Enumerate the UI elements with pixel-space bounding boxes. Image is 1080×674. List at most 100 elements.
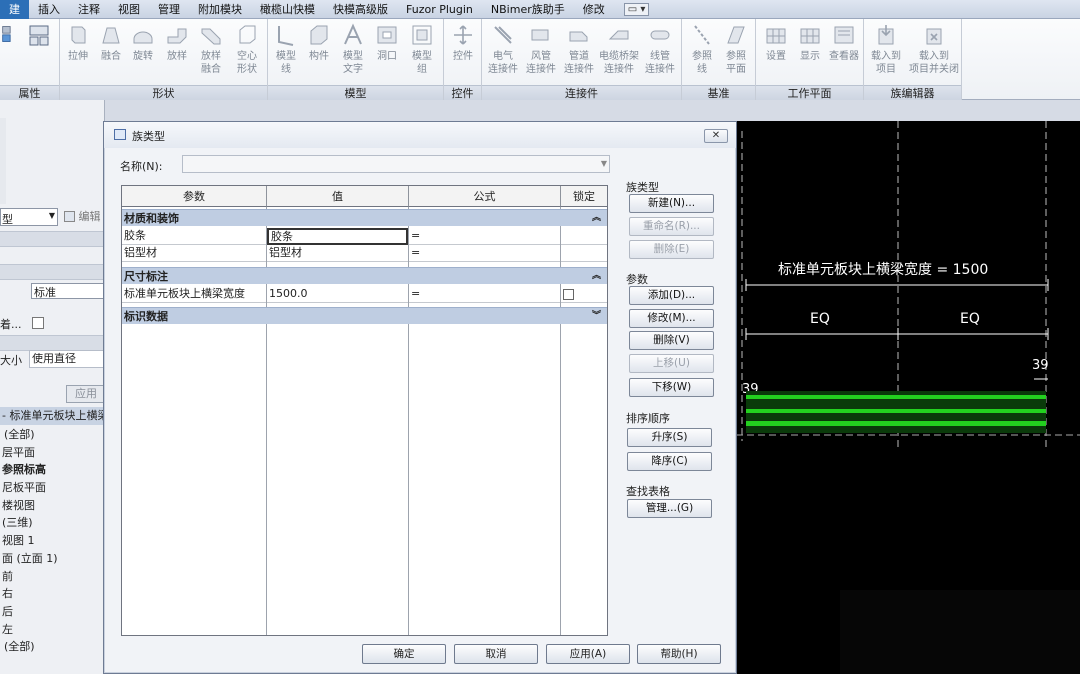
column-header-lock[interactable]: 锁定 — [561, 186, 607, 207]
tab-view[interactable]: 视图 — [109, 0, 149, 19]
param-value-input[interactable]: 胶条 — [267, 228, 408, 245]
apply-properties-button[interactable]: 应用 — [66, 385, 104, 403]
attach-checkbox[interactable] — [32, 317, 44, 329]
tree-item[interactable]: (全部) — [0, 638, 104, 656]
add-parameter-button[interactable]: 添加(D)... — [629, 286, 714, 305]
pipe-connector-button[interactable]: 管道 连接件 — [560, 23, 598, 76]
tab-annotate[interactable]: 注释 — [69, 0, 109, 19]
size-value[interactable]: 使用直径 — [29, 350, 104, 368]
reference-line-button[interactable]: 参照 线 — [686, 23, 718, 76]
tab-fuzor-plugin[interactable]: Fuzor Plugin — [397, 0, 482, 19]
apply-button[interactable]: 应用(A) — [546, 644, 630, 664]
tree-item[interactable]: 前 — [0, 568, 104, 586]
tree-item[interactable]: 视图 1 — [0, 532, 104, 550]
type-selector[interactable]: 型 ▼ — [0, 208, 58, 226]
cancel-button[interactable]: 取消 — [454, 644, 538, 664]
properties-button[interactable] — [24, 23, 54, 50]
electrical-connector-button[interactable]: 电气 连接件 — [484, 23, 522, 76]
move-down-button[interactable]: 下移(W) — [629, 378, 714, 397]
revolve-button[interactable]: 旋转 — [128, 23, 158, 63]
param-value-cell[interactable]: 铝型材 — [267, 245, 408, 262]
param-formula-cell[interactable]: = — [409, 286, 560, 303]
load-into-project-and-close-button[interactable]: 载入到 项目并关闭 — [906, 23, 962, 76]
column-header-parameter[interactable]: 参数 — [122, 186, 267, 207]
remove-parameter-button[interactable]: 删除(V) — [629, 331, 714, 350]
delete-type-button[interactable]: 删除(E) — [629, 240, 714, 259]
model-group-icon — [412, 25, 432, 45]
help-button[interactable]: 帮助(H) — [637, 644, 721, 664]
section-header-materials[interactable]: 材质和装饰 ︽ — [122, 209, 607, 226]
tree-item[interactable]: 层平面 — [0, 444, 104, 462]
column-header-formula[interactable]: 公式 — [409, 186, 561, 207]
cable-tray-connector-button[interactable]: 电缆桥架 连接件 — [598, 23, 640, 76]
family-types-button[interactable] — [0, 23, 22, 48]
extrusion-button[interactable]: 拉伸 — [64, 23, 92, 63]
tab-addins[interactable]: 附加模块 — [189, 0, 251, 19]
rename-type-button[interactable]: 重命名(R)... — [629, 217, 714, 236]
model-group-button[interactable]: 模型 组 — [406, 23, 438, 76]
tree-item[interactable]: 参照标高 — [0, 461, 104, 479]
close-button[interactable]: ✕ — [704, 129, 728, 143]
conduit-connector-button[interactable]: 线管 连接件 — [640, 23, 680, 76]
load-into-project-button[interactable]: 载入到 项目 — [866, 23, 906, 76]
eq-left-label[interactable]: EQ — [810, 311, 830, 327]
model-text-button[interactable]: 模型 文字 — [338, 23, 368, 76]
eq-right-label[interactable]: EQ — [960, 311, 980, 327]
model-line-button[interactable]: 模型 线 — [272, 23, 300, 76]
show-work-plane-button[interactable]: 显示 — [794, 23, 826, 63]
tree-item[interactable]: 左 — [0, 621, 104, 639]
swept-blend-button[interactable]: 放样 融合 — [194, 23, 228, 76]
name-dropdown[interactable]: ▼ — [182, 155, 610, 173]
manage-lookup-button[interactable]: 管理...(G) — [627, 499, 712, 518]
ribbon-toggle-control[interactable]: ▭ ▾ — [623, 2, 650, 16]
tree-item[interactable]: 后 — [0, 603, 104, 621]
modify-parameter-button[interactable]: 修改(M)... — [629, 309, 714, 328]
tree-item[interactable]: (全部) — [0, 426, 104, 444]
lock-checkbox[interactable] — [563, 289, 574, 300]
collapse-chevron-icon[interactable]: ︽ — [592, 268, 601, 285]
param-value-cell[interactable]: 1500.0 — [267, 286, 408, 303]
set-work-plane-button[interactable]: 设置 — [760, 23, 792, 63]
tab-insert[interactable]: 插入 — [29, 0, 69, 19]
param-lock-cell — [561, 286, 607, 303]
blend-button[interactable]: 融合 — [96, 23, 126, 63]
param-formula-cell[interactable]: = — [409, 228, 560, 245]
duct-connector-button[interactable]: 风管 连接件 — [522, 23, 560, 76]
ribbon-group-connectors: 电气 连接件 风管 连接件 管道 连接件 电缆桥架 连接件 线管 连接件 连接件 — [482, 19, 682, 100]
tab-create[interactable]: 建 — [0, 0, 29, 19]
tree-item[interactable]: 尼板平面 — [0, 479, 104, 497]
tree-item[interactable]: 右 — [0, 585, 104, 603]
edit-type-button[interactable]: 编辑 — [64, 208, 101, 224]
component-button[interactable]: 构件 — [304, 23, 334, 63]
reference-plane-button[interactable]: 参照 平面 — [720, 23, 752, 76]
ok-button[interactable]: 确定 — [362, 644, 446, 664]
tree-item[interactable]: 楼视图 — [0, 497, 104, 515]
expand-chevron-icon[interactable]: ︾ — [592, 308, 601, 325]
dialog-title-bar[interactable]: 族类型 ✕ — [104, 122, 736, 148]
tab-manage[interactable]: 管理 — [149, 0, 189, 19]
tab-modify[interactable]: 修改 — [574, 0, 614, 19]
sweep-button[interactable]: 放样 — [162, 23, 192, 63]
collapse-chevron-icon[interactable]: ︽ — [592, 210, 601, 227]
right-offset-dimension[interactable]: 39 — [1032, 358, 1049, 373]
sort-ascending-button[interactable]: 升序(S) — [627, 428, 712, 447]
tree-item[interactable]: (三维) — [0, 514, 104, 532]
viewer-button[interactable]: 查看器 — [826, 23, 862, 63]
section-header-identity-data[interactable]: 标识数据 ︾ — [122, 307, 607, 324]
void-forms-button[interactable]: 空心 形状 — [230, 23, 264, 76]
new-type-button[interactable]: 新建(N)... — [629, 194, 714, 213]
move-up-button[interactable]: 上移(U) — [629, 354, 714, 373]
opening-button[interactable]: 洞口 — [372, 23, 402, 63]
section-header-dimensions[interactable]: 尺寸标注 ︽ — [122, 267, 607, 284]
sort-descending-button[interactable]: 降序(C) — [627, 452, 712, 471]
control-button[interactable]: 控件 — [448, 23, 478, 63]
tab-fast-model-advanced[interactable]: 快模高级版 — [324, 0, 397, 19]
tree-item[interactable]: 面 (立面 1) — [0, 550, 104, 568]
tab-nbimer[interactable]: NBimer族助手 — [482, 0, 574, 19]
overall-dimension-label[interactable]: 标准单元板块上横梁宽度 = 1500 — [778, 261, 988, 278]
param-formula-cell[interactable]: = — [409, 245, 560, 262]
tab-olive-mountain[interactable]: 橄榄山快模 — [251, 0, 324, 19]
standard-field[interactable]: 标准 — [31, 283, 104, 299]
ribbon-group-shape: 拉伸 融合 旋转 放样 放样 融合 空心 形状 形状 — [60, 19, 268, 100]
column-header-value[interactable]: 值 — [267, 186, 409, 207]
